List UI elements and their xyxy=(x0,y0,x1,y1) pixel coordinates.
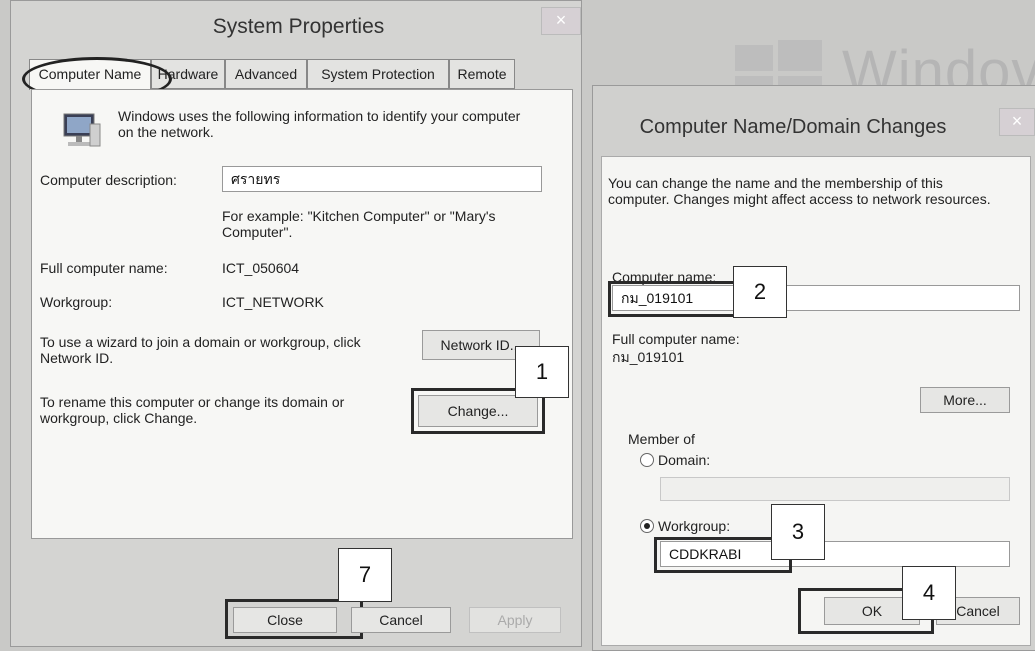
workgroup-label: Workgroup: xyxy=(40,294,113,310)
rename-text-line2: workgroup, click Change. xyxy=(40,410,198,426)
member-of-label: Member of xyxy=(628,431,695,447)
computer-name-highlight xyxy=(608,281,744,317)
domain-radio[interactable] xyxy=(640,453,654,467)
windows-logo-pane xyxy=(778,40,822,71)
full-computer-name-value: ICT_050604 xyxy=(222,260,300,276)
tab-remote[interactable]: Remote xyxy=(449,59,515,89)
workgroup-value: ICT_NETWORK xyxy=(222,294,324,310)
step-marker-1: 1 xyxy=(515,346,569,398)
info-text-line2: on the network. xyxy=(118,124,214,140)
full-computer-name-value: กม_019101 xyxy=(612,349,685,365)
computer-name-panel: Windows uses the following information t… xyxy=(31,89,573,539)
full-computer-name-label: Full computer name: xyxy=(612,331,740,347)
domain-changes-panel: You can change the name and the membersh… xyxy=(601,156,1031,646)
cancel-button[interactable]: Cancel xyxy=(351,607,451,633)
intro-text-line2: computer. Changes might affect access to… xyxy=(608,191,991,207)
domain-input[interactable] xyxy=(660,477,1010,501)
workgroup-label: Workgroup: xyxy=(658,518,731,534)
domain-changes-title: Computer Name/Domain Changes xyxy=(639,116,947,138)
apply-button[interactable]: Apply xyxy=(469,607,561,633)
tab-system-protection[interactable]: System Protection xyxy=(307,59,449,89)
more-button[interactable]: More... xyxy=(920,387,1010,413)
computer-description-label: Computer description: xyxy=(40,172,177,188)
wizard-text-line2: Network ID. xyxy=(40,350,114,366)
wizard-text-line1: To use a wizard to join a domain or work… xyxy=(40,334,361,350)
monitor-icon xyxy=(63,113,101,147)
example-text-line2: Computer". xyxy=(222,224,293,240)
step-marker-4: 4 xyxy=(902,566,956,620)
workgroup-radio[interactable] xyxy=(640,519,654,533)
system-properties-dialog: System Properties × Computer Name Hardwa… xyxy=(10,0,582,647)
close-button-highlight xyxy=(225,599,363,639)
example-text-line1: For example: "Kitchen Computer" or "Mary… xyxy=(222,208,496,224)
close-icon[interactable]: × xyxy=(541,7,581,35)
rename-text-line1: To rename this computer or change its do… xyxy=(40,394,345,410)
full-computer-name-label: Full computer name: xyxy=(40,260,168,276)
info-text-line1: Windows uses the following information t… xyxy=(118,108,521,124)
domain-label: Domain: xyxy=(658,452,711,468)
radio-selected-dot xyxy=(644,523,650,529)
step-marker-7: 7 xyxy=(338,548,392,602)
close-icon[interactable]: × xyxy=(999,108,1035,136)
domain-changes-dialog: Computer Name/Domain Changes × You can c… xyxy=(592,85,1035,651)
computer-description-input[interactable]: ศรายทร xyxy=(222,166,542,192)
intro-text-line1: You can change the name and the membersh… xyxy=(608,175,943,191)
step-marker-2: 2 xyxy=(733,266,787,318)
tab-advanced[interactable]: Advanced xyxy=(225,59,307,89)
step-marker-3: 3 xyxy=(771,504,825,560)
system-properties-title: System Properties xyxy=(212,15,385,38)
windows-logo-pane xyxy=(735,45,773,71)
